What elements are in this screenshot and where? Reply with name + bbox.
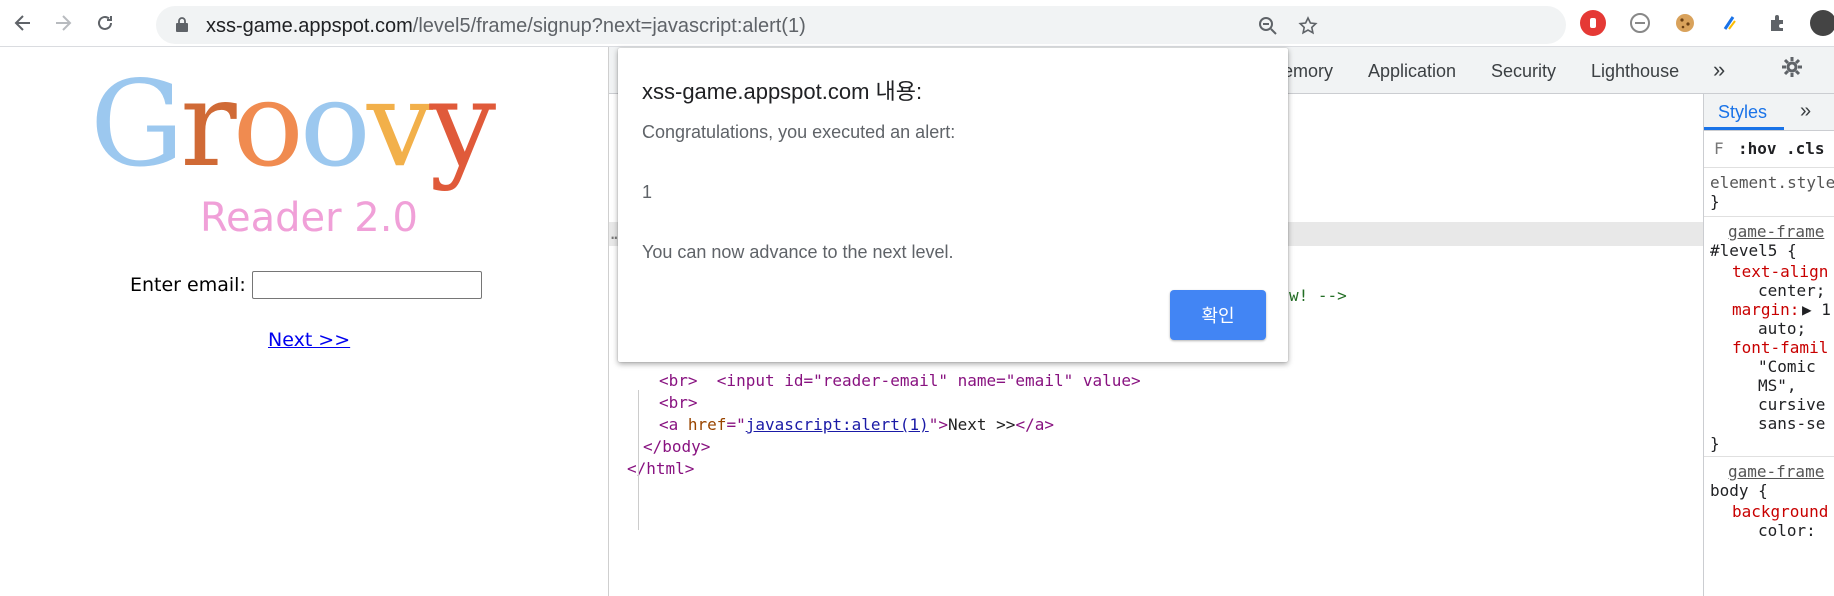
- prop-text-align[interactable]: text-align: [1732, 262, 1828, 281]
- logo-letter: G: [90, 55, 184, 193]
- filter-input[interactable]: F: [1714, 139, 1724, 158]
- input-tag: <input id="reader-email" name="email" va…: [716, 371, 1141, 390]
- ok-button[interactable]: 확인: [1170, 290, 1266, 340]
- value-background[interactable]: color:: [1758, 521, 1816, 540]
- groovy-reader-logo: Groovy Reader 2.0: [90, 59, 520, 241]
- logo-letter: v: [366, 55, 434, 193]
- rule-separator-1: [1704, 216, 1834, 217]
- url-host: xss-game.appspot.com: [206, 15, 413, 37]
- prop-background[interactable]: background: [1732, 502, 1828, 521]
- hov-toggle[interactable]: :hov: [1738, 139, 1777, 158]
- styles-pane: Styles » F :hov .cls element.style } gam…: [1703, 94, 1834, 596]
- rule-source-link-2[interactable]: game-frame: [1728, 462, 1824, 481]
- code-anchor-line[interactable]: <a href="javascript:alert(1)">Next >></a…: [659, 414, 1054, 436]
- reload-icon[interactable]: [90, 8, 120, 38]
- translate-extension-icon[interactable]: [1718, 10, 1744, 36]
- browser-toolbar: xss-game.appspot.com/level5/frame/signup…: [0, 0, 1834, 47]
- value-font-family-4[interactable]: sans-se: [1758, 414, 1825, 433]
- forward-arrow-icon[interactable]: [48, 8, 78, 38]
- code-br-1[interactable]: <br>: [659, 370, 698, 392]
- cookie-extension-icon[interactable]: [1672, 10, 1698, 36]
- dialog-message-line-3: You can now advance to the next level.: [642, 242, 954, 262]
- address-bar[interactable]: xss-game.appspot.com/level5/frame/signup…: [156, 6, 1566, 44]
- more-tabs-icon[interactable]: »: [1713, 57, 1725, 83]
- rule-close-level5: }: [1710, 434, 1720, 453]
- alert-dialog: xss-game.appspot.com 내용: Congratulations…: [618, 48, 1288, 362]
- styles-tab-bar: Styles »: [1704, 94, 1834, 131]
- code-body-end[interactable]: </body>: [643, 436, 710, 458]
- email-form: Enter email:: [130, 271, 482, 299]
- logo-letter: y: [429, 55, 496, 193]
- rule-source-link-1[interactable]: game-frame: [1728, 222, 1824, 241]
- tab-application[interactable]: Application: [1368, 61, 1456, 82]
- anchor-end-tag: </a>: [1015, 415, 1054, 434]
- styles-more-icon[interactable]: »: [1800, 100, 1811, 123]
- bookmark-star-icon[interactable]: [1296, 14, 1320, 38]
- value-text-align[interactable]: center;: [1758, 281, 1825, 300]
- tab-security[interactable]: Security: [1491, 61, 1556, 82]
- code-br-2[interactable]: <br>: [659, 392, 698, 414]
- value-margin-b[interactable]: auto;: [1758, 319, 1806, 338]
- rule-selector-body[interactable]: body {: [1710, 481, 1768, 500]
- logo-title: Groovy: [90, 59, 496, 189]
- prop-margin[interactable]: margin:: [1732, 300, 1799, 319]
- styles-filter-bar: F :hov .cls: [1704, 131, 1834, 168]
- extensions-puzzle-icon[interactable]: [1765, 10, 1791, 36]
- back-arrow-icon[interactable]: [8, 8, 38, 38]
- adblock-extension-icon[interactable]: [1580, 10, 1606, 36]
- logo-letter: o: [232, 55, 304, 193]
- value-font-family-2[interactable]: MS",: [1758, 376, 1797, 395]
- block-extension-icon[interactable]: [1627, 10, 1653, 36]
- indent-guide: [638, 390, 639, 530]
- anchor-text: Next >>: [948, 415, 1016, 434]
- prop-font-family[interactable]: font-famil: [1732, 338, 1828, 357]
- logo-letter: o: [299, 55, 371, 193]
- anchor-attr-name: href: [687, 415, 727, 434]
- logo-letter: r: [180, 55, 236, 193]
- cls-toggle[interactable]: .cls: [1786, 139, 1825, 158]
- value-margin-a[interactable]: ▶ 1: [1802, 300, 1831, 319]
- value-font-family-1[interactable]: "Comic: [1758, 357, 1816, 376]
- dialog-message-line-2: 1: [642, 182, 653, 202]
- anchor-close-quote: ">: [928, 415, 948, 434]
- anchor-href-link[interactable]: javascript:alert(1): [746, 415, 929, 434]
- logo-subtitle: Reader 2.0: [200, 195, 418, 241]
- page-viewport: Groovy Reader 2.0 Enter email: Next >>: [0, 47, 609, 596]
- tab-memory[interactable]: emory: [1283, 61, 1333, 82]
- url-path: /level5/frame/signup?next=javascript:ale…: [412, 15, 806, 37]
- code-comment: w! -->: [1289, 286, 1347, 305]
- active-tab-underline: [1704, 127, 1784, 130]
- rule-separator-2: [1704, 456, 1834, 457]
- next-link[interactable]: Next >>: [268, 329, 350, 351]
- email-label: Enter email:: [130, 274, 246, 296]
- zoom-out-icon[interactable]: [1256, 14, 1280, 38]
- tab-lighthouse[interactable]: Lighthouse: [1591, 61, 1679, 82]
- lock-icon[interactable]: [176, 17, 188, 32]
- profile-avatar-icon[interactable]: [1810, 10, 1834, 36]
- element-style-selector[interactable]: element.style: [1710, 173, 1834, 192]
- logo-title-text: Groovy: [90, 55, 496, 193]
- rule-selector-level5[interactable]: #level5 {: [1710, 241, 1797, 260]
- element-style-close: }: [1710, 192, 1720, 211]
- url-text[interactable]: xss-game.appspot.com/level5/frame/signup…: [206, 15, 806, 38]
- value-font-family-3[interactable]: cursive: [1758, 395, 1825, 414]
- tab-styles[interactable]: Styles: [1718, 102, 1767, 123]
- anchor-open-tag: <a: [659, 415, 688, 434]
- anchor-attr-eq: =": [726, 415, 746, 434]
- settings-gear-icon[interactable]: [1781, 56, 1803, 85]
- dialog-title: xss-game.appspot.com 내용:: [642, 79, 923, 104]
- email-input[interactable]: [251, 271, 482, 299]
- dialog-message-line-1: Congratulations, you executed an alert:: [642, 122, 956, 142]
